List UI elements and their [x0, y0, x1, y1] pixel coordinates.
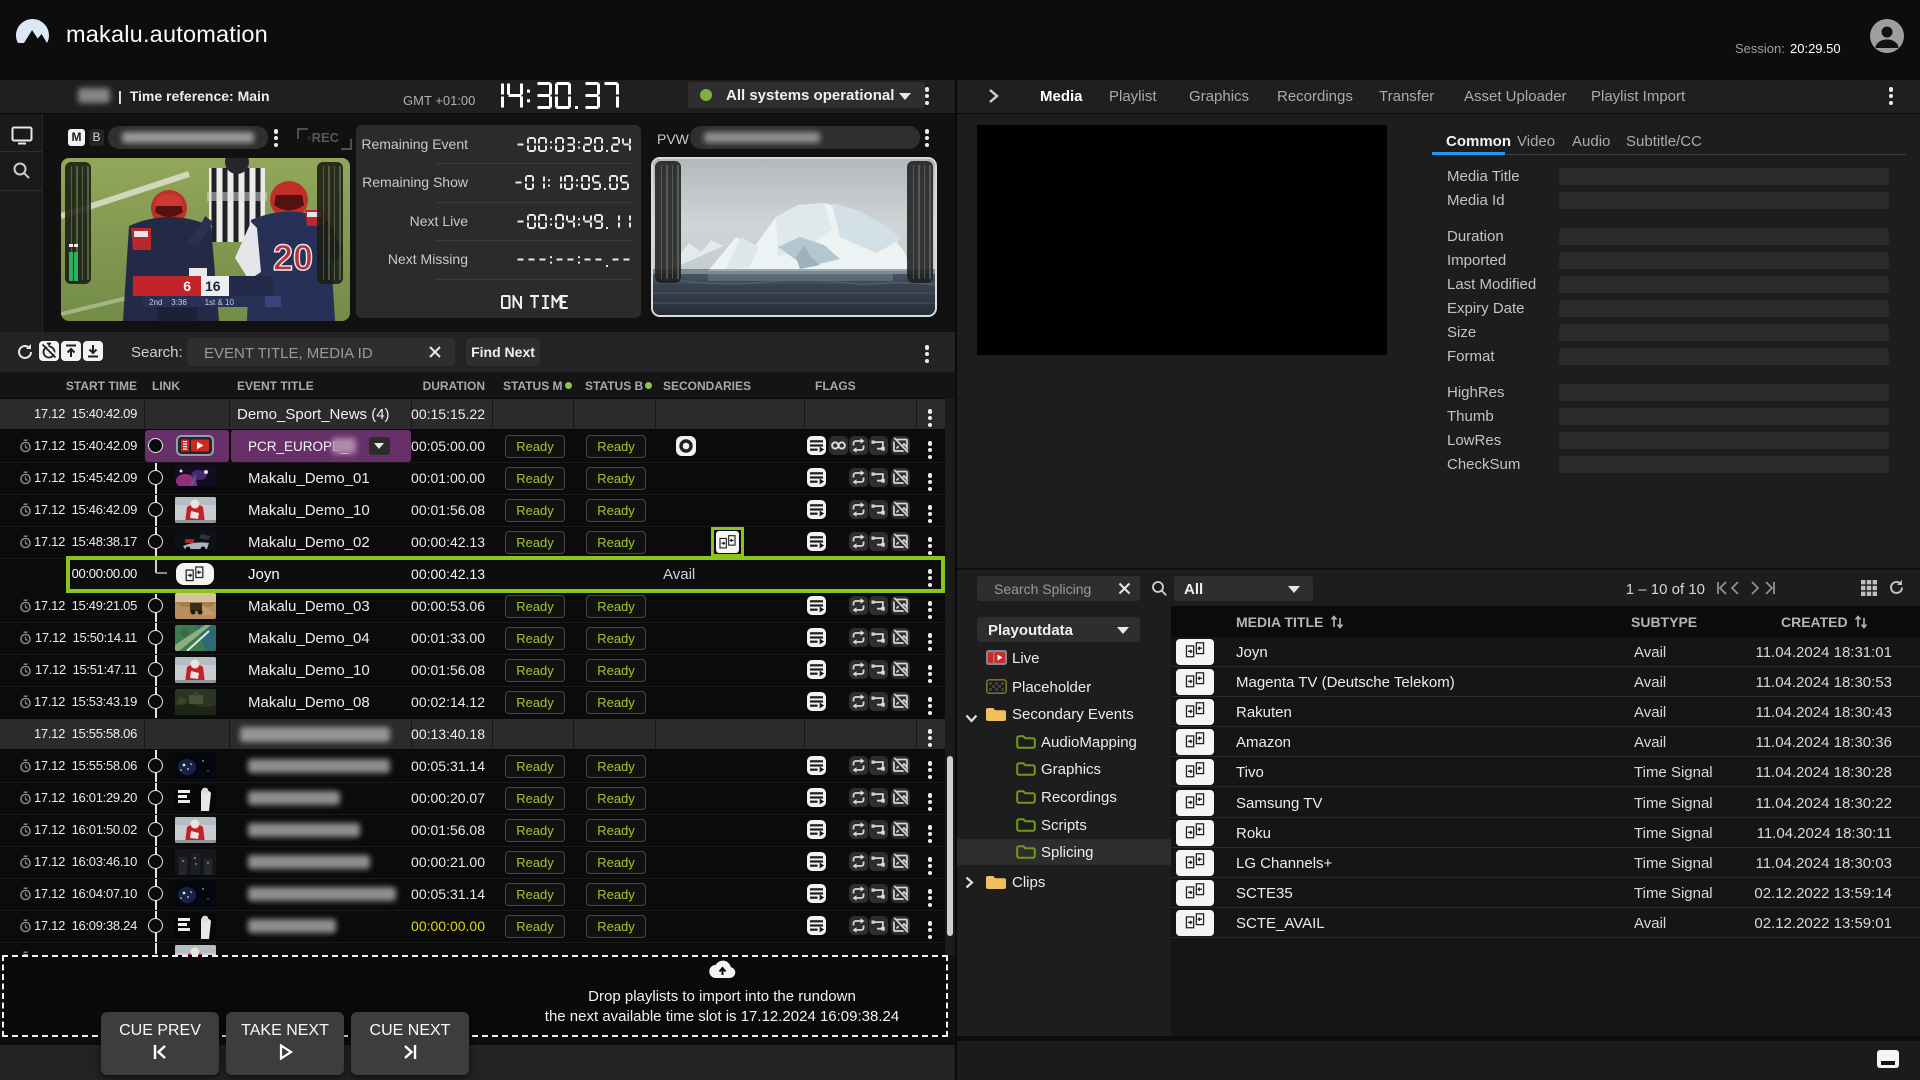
svg-text:2nd 3:36 1st & 10: 2nd 3:36 1st & 10 [149, 298, 234, 307]
svg-text:20: 20 [273, 237, 313, 278]
svg-text:16: 16 [205, 278, 221, 294]
svg-text:6: 6 [183, 278, 191, 294]
